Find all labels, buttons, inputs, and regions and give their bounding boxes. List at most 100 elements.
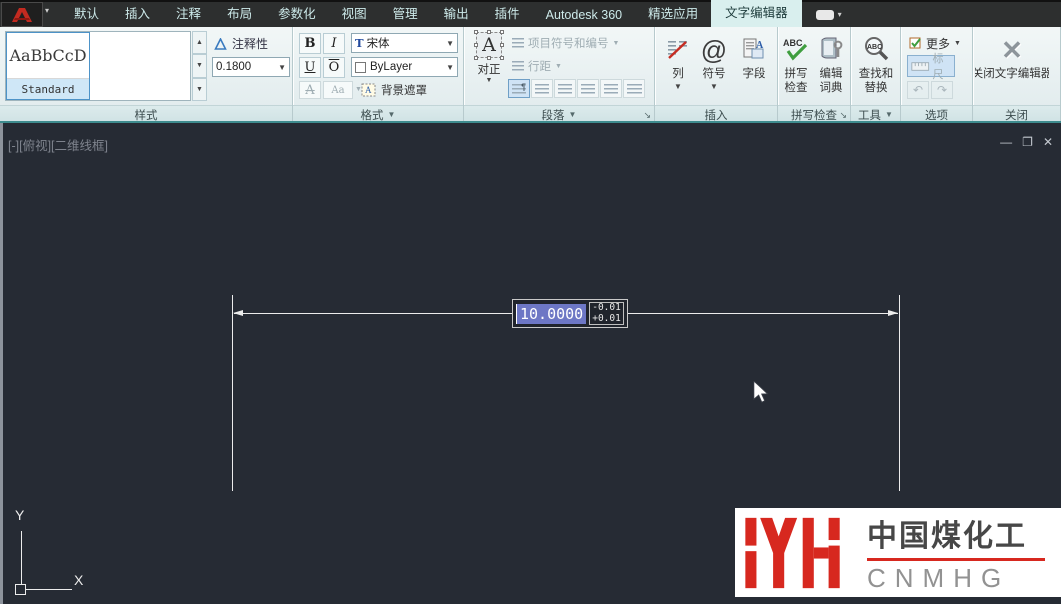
font-combo[interactable]: T 宋体 ▼ (351, 33, 458, 53)
spell-check-icon: ABC (782, 37, 810, 63)
close-text-editor-button[interactable]: ✕ 关闭文字编辑器 (975, 33, 1049, 81)
style-preview-text: AaBbCcD (7, 33, 89, 79)
color-combo[interactable]: ByLayer ▼ (351, 57, 458, 77)
tab-output[interactable]: 输出 (431, 0, 482, 28)
panel-style: AaBbCcD Standard ▲ ▼ ▼ 注释性 0.1800 ▼ 样式 (0, 27, 293, 123)
redo-button[interactable]: ↷ (931, 81, 953, 99)
gallery-scroll-up-button[interactable]: ▲ (192, 31, 207, 54)
ribbon-tabs: 默认 插入 注释 布局 参数化 视图 管理 输出 插件 Autodesk 360… (61, 1, 802, 28)
canvas-left-edge (0, 123, 3, 604)
align-center-button[interactable] (531, 79, 553, 98)
viewport-restore-button[interactable]: ❐ (1022, 135, 1033, 149)
ucs-x-axis (26, 589, 72, 590)
align-center-icon (535, 84, 549, 94)
app-menu-caret-icon[interactable]: ▾ (45, 6, 49, 15)
align-left-button[interactable]: ¶ (508, 79, 530, 98)
overline-button[interactable]: O (323, 57, 345, 78)
align-distribute-button[interactable] (600, 79, 622, 98)
dimension-line-left (234, 313, 512, 314)
ribbon-display-toggle[interactable]: ▾ (816, 10, 842, 20)
change-case-button[interactable]: Aa (323, 81, 353, 99)
dimension-line-right (619, 313, 898, 314)
combine-paragraphs-button[interactable] (623, 79, 645, 98)
align-right-icon (558, 84, 572, 94)
format-panel-caret-icon[interactable]: ▼ (388, 110, 396, 119)
align-right-button[interactable] (554, 79, 576, 98)
tab-text-editor[interactable]: 文字编辑器 (711, 0, 802, 28)
paragraph-dialog-launcher-icon[interactable]: ↘ (643, 110, 651, 121)
drawing-canvas[interactable]: [-][俯视][二维线框] — ❐ ✕ 10.0000 -0.01 +0.01 … (0, 123, 1061, 604)
spell-dialog-launcher-icon[interactable]: ↘ (839, 110, 847, 121)
tab-autodesk360[interactable]: Autodesk 360 (533, 3, 635, 28)
viewport-minimize-button[interactable]: — (1000, 135, 1012, 149)
columns-label: 列 (672, 67, 684, 81)
style-name-label: Standard (7, 79, 89, 99)
application-menu-button[interactable] (1, 2, 43, 27)
viewport-close-button[interactable]: ✕ (1043, 135, 1053, 149)
bold-button[interactable]: B (299, 33, 321, 54)
svg-text:ABC: ABC (783, 38, 803, 48)
font-caret-icon: ▼ (446, 39, 454, 48)
dimension-extension-line-left (232, 295, 233, 491)
annotative-button[interactable]: 注释性 (232, 35, 268, 52)
italic-button[interactable]: I (323, 33, 345, 54)
dimension-value-selected[interactable]: 10.0000 (516, 304, 586, 324)
underline-button[interactable]: U (299, 57, 321, 78)
background-mask-button[interactable]: A 背景遮罩 (361, 82, 427, 98)
tab-featured-apps[interactable]: 精选应用 (635, 0, 711, 28)
edit-dictionaries-label: 编辑 词典 (820, 67, 843, 96)
tab-view[interactable]: 视图 (329, 0, 380, 28)
combine-paragraphs-icon (627, 84, 642, 94)
field-label: 字段 (743, 67, 766, 81)
columns-button[interactable]: 列 ▼ (663, 33, 693, 91)
tab-annotate[interactable]: 注释 (163, 0, 214, 28)
justify-icon: A (476, 32, 502, 58)
edit-dictionaries-button[interactable]: 编辑 词典 (815, 33, 847, 96)
bullets-icon (512, 38, 524, 48)
field-button[interactable]: A 字段 (737, 33, 771, 81)
text-height-value: 0.1800 (216, 61, 251, 73)
ruler-toggle-button[interactable]: 标尺 (907, 55, 955, 77)
text-height-combo[interactable]: 0.1800 ▼ (212, 57, 290, 77)
align-justify-button[interactable] (577, 79, 599, 98)
ruler-icon (911, 61, 930, 72)
strikethrough-button[interactable]: A (299, 81, 321, 99)
gallery-scroll-down-button[interactable]: ▼ (192, 54, 207, 77)
justify-button[interactable]: A 对正 ▼ (471, 32, 507, 98)
tab-default[interactable]: 默认 (61, 0, 112, 28)
style-item-standard[interactable]: AaBbCcD Standard (6, 32, 90, 100)
panel-paragraph: A 对正 ▼ 项目符号和编号 ▼ 行距 ▼ (464, 27, 655, 123)
paragraph-panel-caret-icon[interactable]: ▼ (569, 110, 577, 119)
gallery-expand-button[interactable]: ▼ (192, 78, 207, 101)
watermark-subtitle: CNMHG (867, 563, 1045, 594)
tab-manage[interactable]: 管理 (380, 0, 431, 28)
symbol-button[interactable]: @ 符号 ▼ (697, 33, 731, 91)
bullets-numbering-button[interactable]: 项目符号和编号 ▼ (512, 35, 619, 51)
dimension-tolerances: -0.01 +0.01 (589, 302, 624, 326)
tab-insert[interactable]: 插入 (112, 0, 163, 28)
line-spacing-button[interactable]: 行距 ▼ (512, 58, 562, 74)
line-spacing-label: 行距 (528, 58, 551, 74)
find-replace-label: 查找和 替换 (859, 67, 894, 96)
autocad-logo-icon (11, 7, 33, 23)
text-style-gallery[interactable]: AaBbCcD Standard (5, 31, 191, 101)
more-caret-icon: ▼ (954, 40, 961, 47)
more-checkbox-icon (909, 37, 922, 50)
ucs-origin-square (15, 584, 26, 595)
viewport-controls-label[interactable]: [-][俯视][二维线框] (8, 135, 108, 154)
dimension-text-editor[interactable]: 10.0000 -0.01 +0.01 (512, 299, 628, 328)
undo-button[interactable]: ↶ (907, 81, 929, 99)
tab-parametric[interactable]: 参数化 (265, 0, 329, 28)
check-spelling-label: 拼写 检查 (785, 67, 808, 96)
dictionary-icon (818, 37, 844, 63)
find-replace-icon: ABC (862, 36, 890, 64)
find-replace-button[interactable]: ABC 查找和 替换 (856, 33, 896, 96)
tools-panel-caret-icon[interactable]: ▼ (885, 110, 893, 119)
color-value: ByLayer (370, 61, 412, 73)
symbol-label: 符号 (703, 67, 726, 81)
tab-layout[interactable]: 布局 (214, 0, 265, 28)
ucs-y-axis (21, 531, 22, 585)
panel-spell-check: ABC 拼写 检查 编辑 词典 拼写检查 (778, 27, 851, 123)
tab-plugins[interactable]: 插件 (482, 0, 533, 28)
check-spelling-button[interactable]: ABC 拼写 检查 (780, 33, 812, 96)
